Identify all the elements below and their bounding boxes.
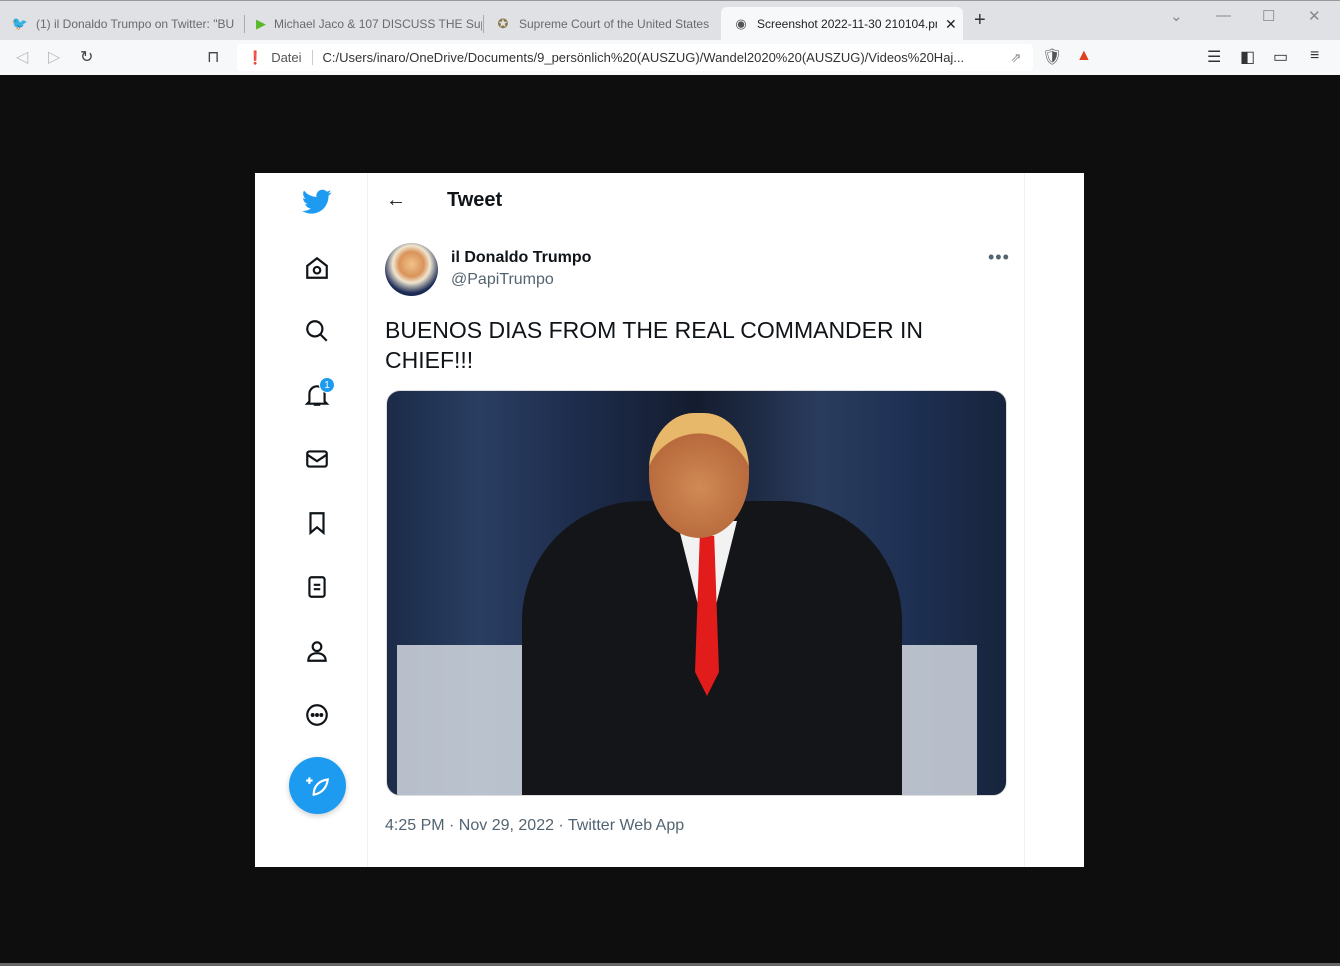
wallet-icon[interactable]: ▭ <box>1273 47 1288 67</box>
new-tab-button[interactable]: + <box>974 9 986 32</box>
messages-icon[interactable] <box>299 441 335 477</box>
close-window-icon[interactable]: ✕ <box>1308 7 1321 25</box>
browser-toolbar: ◁ ▷ ↻ ⊓ ❗ Datei C:/Users/inaro/OneDrive/… <box>0 40 1340 75</box>
seal-icon: ✪ <box>497 16 509 31</box>
address-bar[interactable]: ❗ Datei C:/Users/inaro/OneDrive/Document… <box>237 44 1033 71</box>
compose-tweet-button[interactable] <box>289 757 346 814</box>
tweet-text: BUENOS DIAS FROM THE REAL COMMANDER IN C… <box>385 317 924 373</box>
bookmark-icon[interactable]: ⊓ <box>207 47 219 67</box>
tab-supreme-court[interactable]: ✪ Supreme Court of the United States <box>483 7 719 41</box>
more-icon[interactable]: ••• <box>988 247 1010 268</box>
back-arrow-icon[interactable]: ← <box>386 189 406 212</box>
tab-search-chevron-icon[interactable]: ⌄ <box>1170 7 1183 25</box>
brave-shields-icon[interactable]: 🛡 <box>1042 47 1062 67</box>
tab-screenshot[interactable]: ◉ Screenshot 2022-11-30 210104.png ✕ <box>721 7 963 41</box>
tab-bar: 🐦 (1) il Donaldo Trumpo on Twitter: "BU ▶… <box>0 0 1340 41</box>
sidebar-icon[interactable]: ◧ <box>1240 47 1255 67</box>
forward-icon[interactable]: ▷ <box>48 47 60 67</box>
tab-rumble[interactable]: ▶ Michael Jaco & 107 DISCUSS THE Sup <box>244 7 482 41</box>
feather-plus-icon <box>305 776 329 796</box>
menu-icon[interactable]: ≡ <box>1310 47 1319 65</box>
tweet-photo[interactable] <box>386 390 1007 796</box>
back-icon[interactable]: ◁ <box>16 47 28 67</box>
author-name[interactable]: il Donaldo Trumpo <box>451 249 591 267</box>
search-icon[interactable] <box>299 313 335 349</box>
info-icon: ❗ <box>247 49 264 65</box>
playlist-icon[interactable]: ☰ <box>1207 47 1221 67</box>
tweet-timestamp[interactable]: 4:25 PM · Nov 29, 2022 · Twitter Web App <box>385 817 684 835</box>
twitter-icon: 🐦 <box>11 16 29 31</box>
minimize-icon[interactable]: — <box>1216 7 1231 24</box>
profile-icon[interactable] <box>299 633 335 669</box>
author-handle[interactable]: @PapiTrumpo <box>451 271 554 289</box>
more-options-icon[interactable] <box>299 697 335 733</box>
tab-twitter[interactable]: 🐦 (1) il Donaldo Trumpo on Twitter: "BU <box>0 7 242 41</box>
notification-badge: 1 <box>319 377 335 393</box>
tweet-column: ← Tweet il Donaldo Trumpo @PapiTrumpo ••… <box>367 173 1025 867</box>
page-title: Tweet <box>447 189 503 211</box>
screenshot-image: 1 ← Tweet il Donaldo Trumpo @PapiTrumpo … <box>255 173 1084 867</box>
rumble-icon: ▶ <box>256 16 266 31</box>
brave-rewards-icon[interactable]: ▲ <box>1076 47 1092 65</box>
home-icon[interactable] <box>299 250 335 286</box>
globe-icon: ◉ <box>735 16 747 31</box>
close-tab-icon[interactable]: ✕ <box>945 16 957 33</box>
twitter-sidebar: 1 <box>255 173 367 867</box>
avatar[interactable] <box>385 243 438 296</box>
bookmarks-icon[interactable] <box>299 505 335 541</box>
lists-icon[interactable] <box>299 569 335 605</box>
maximize-icon[interactable]: ☐ <box>1262 7 1275 25</box>
reload-icon[interactable]: ↻ <box>80 47 93 67</box>
share-icon[interactable]: ⇗ <box>1011 50 1022 66</box>
twitter-logo-icon[interactable] <box>299 184 335 220</box>
